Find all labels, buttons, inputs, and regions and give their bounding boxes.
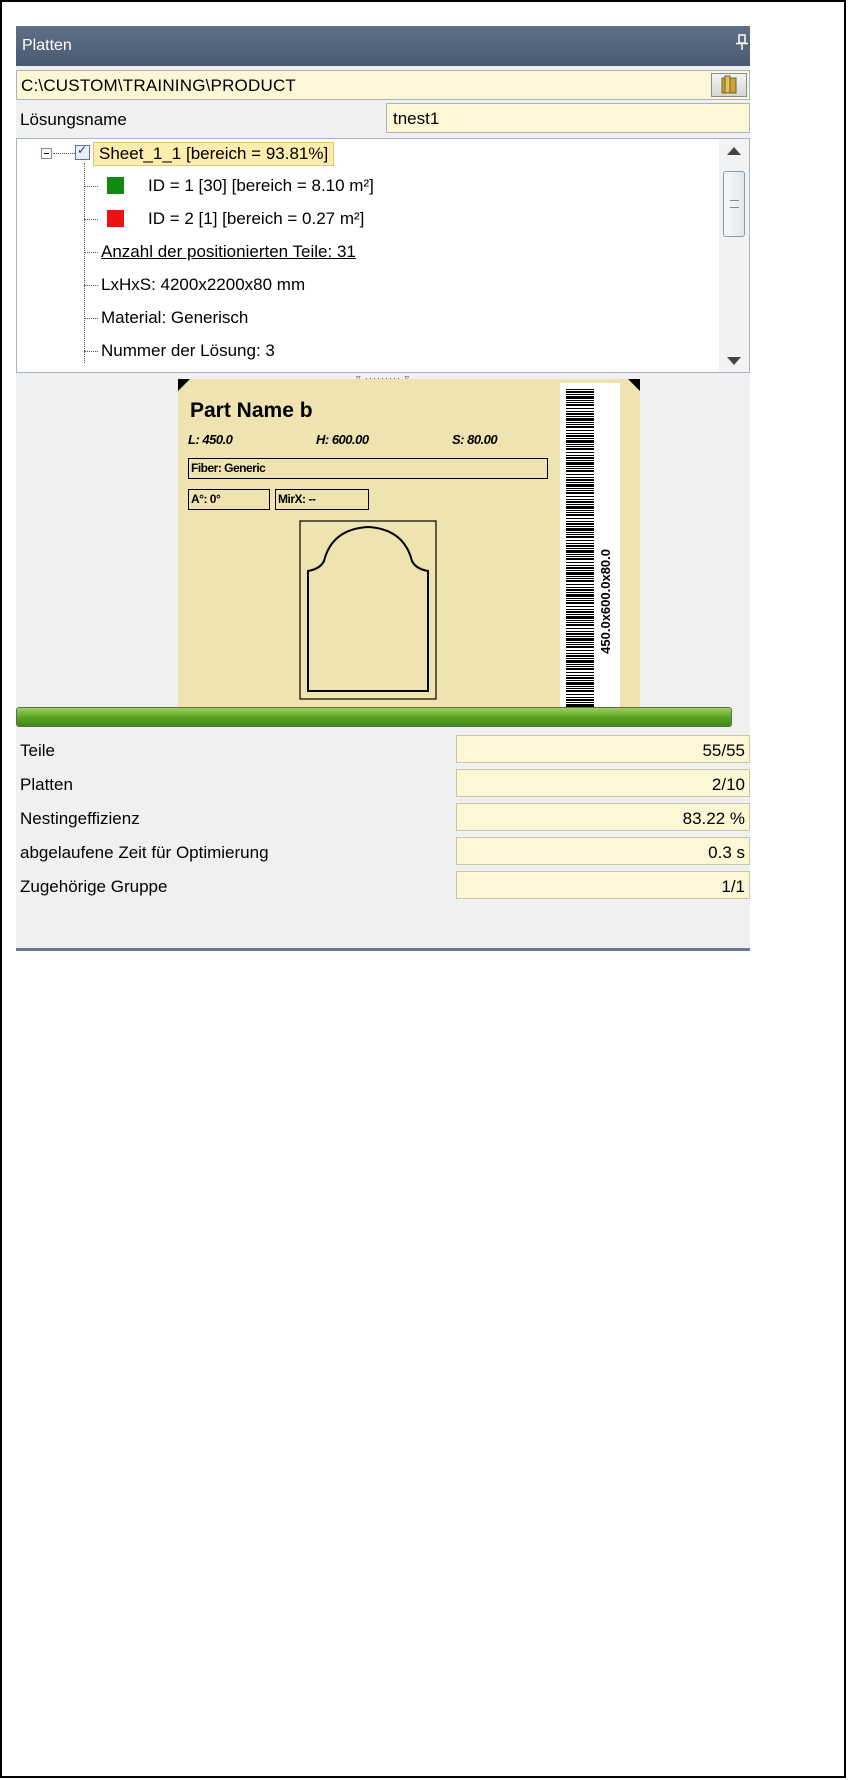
corner-marker <box>628 379 640 391</box>
stat-value-field: 55/55 <box>456 735 750 763</box>
checkmark-icon: ✓ <box>77 143 88 157</box>
path-value: C:\CUSTOM\TRAINING\PRODUCT <box>21 76 297 95</box>
color-swatch-part-2 <box>107 210 124 227</box>
solution-name-label: Lösungsname <box>20 110 127 129</box>
tree-connector <box>84 351 98 352</box>
label-preview-area: Part Name b L: 450.0 H: 600.00 S: 80.00 … <box>16 379 750 731</box>
part-shape-drawing <box>299 520 437 700</box>
optimization-progress-bar <box>16 707 732 727</box>
tree-connector <box>84 318 98 319</box>
panel-title: Platten <box>22 37 72 54</box>
tree-item-part-1[interactable]: ID = 1 [30] [bereich = 8.10 m²] <box>148 176 374 196</box>
height-value: H: 600.00 <box>316 432 369 447</box>
scroll-up-icon[interactable] <box>727 147 741 155</box>
scroll-thumb[interactable] <box>723 171 745 237</box>
stat-label: Platten <box>20 775 73 794</box>
stat-value: 1/1 <box>721 877 745 896</box>
progress-fill <box>17 708 731 726</box>
stat-label: abgelaufene Zeit für Optimierung <box>20 843 269 862</box>
thickness-value: S: 80.00 <box>452 432 498 447</box>
solution-name-value: tnest1 <box>393 109 440 128</box>
stat-row-elapsed-time: abgelaufene Zeit für Optimierung 0.3 s <box>16 837 750 867</box>
folder-icon <box>721 75 737 94</box>
barcode-bars <box>566 389 594 709</box>
stat-row-platten: Platten 2/10 <box>16 769 750 799</box>
tree-connector <box>84 186 98 187</box>
label-card: Part Name b L: 450.0 H: 600.00 S: 80.00 … <box>178 379 640 720</box>
tree-item-solution-number[interactable]: Nummer der Lösung: 3 <box>101 341 275 361</box>
stat-row-teile: Teile 55/55 <box>16 735 750 765</box>
stat-value-field: 83.22 % <box>456 803 750 831</box>
scroll-down-icon[interactable] <box>727 357 741 365</box>
tree-connector <box>84 219 98 220</box>
stat-row-efficiency: Nestingeffizienz 83.22 % <box>16 803 750 833</box>
stat-row-group: Zugehörige Gruppe 1/1 <box>16 871 750 901</box>
angle-box: A°: 0° <box>188 489 270 510</box>
stat-label: Nestingeffizienz <box>20 809 140 828</box>
tree-connector <box>84 163 85 363</box>
stat-value-field: 2/10 <box>456 769 750 797</box>
tree-item-part-2[interactable]: ID = 2 [1] [bereich = 0.27 m²] <box>148 209 364 229</box>
window-frame: Platten C:\CUSTOM\TRAINING\PRODUCT Lösun… <box>0 0 846 1778</box>
tree-connector <box>84 252 98 253</box>
solution-tree[interactable]: ✓ Sheet_1_1 [bereich = 93.81%] ID = 1 [3… <box>16 138 750 373</box>
tree-item-part-count[interactable]: Anzahl der positionierten Teile: 31 <box>101 242 356 262</box>
barcode-text: 450.0x600.0x80.0 <box>598 549 613 654</box>
part-name: Part Name b <box>190 399 313 422</box>
browse-button[interactable] <box>711 73 747 97</box>
pin-icon[interactable] <box>736 34 748 52</box>
stat-value-field: 0.3 s <box>456 837 750 865</box>
stat-value: 55/55 <box>702 741 745 760</box>
mirror-box: MirX: -- <box>275 489 369 510</box>
stat-value-field: 1/1 <box>456 871 750 899</box>
stat-label: Zugehörige Gruppe <box>20 877 168 896</box>
tree-item-sheet[interactable]: Sheet_1_1 [bereich = 93.81%] <box>93 142 335 166</box>
stat-value: 0.3 s <box>708 843 745 862</box>
fiber-box: Fiber: Generic <box>188 458 548 479</box>
path-field[interactable]: C:\CUSTOM\TRAINING\PRODUCT <box>16 70 750 100</box>
panel-titlebar[interactable]: Platten <box>16 26 750 66</box>
solution-name-row: Lösungsname tnest1 <box>16 103 750 133</box>
tree-connector <box>53 153 75 154</box>
color-swatch-part-1 <box>107 177 124 194</box>
stat-label: Teile <box>20 741 55 760</box>
length-value: L: 450.0 <box>188 432 233 447</box>
corner-marker <box>178 379 190 391</box>
tree-connector <box>84 285 98 286</box>
sheet-checkbox[interactable]: ✓ <box>75 143 90 160</box>
tree-scrollbar[interactable] <box>719 139 749 372</box>
stat-value: 2/10 <box>711 775 745 794</box>
tree-item-dimensions[interactable]: LxHxS: 4200x2200x80 mm <box>101 275 305 295</box>
stat-value: 83.22 % <box>682 809 745 828</box>
tree-item-material[interactable]: Material: Generisch <box>101 308 248 328</box>
collapse-toggle[interactable] <box>41 148 52 159</box>
solution-name-input[interactable]: tnest1 <box>386 103 750 133</box>
